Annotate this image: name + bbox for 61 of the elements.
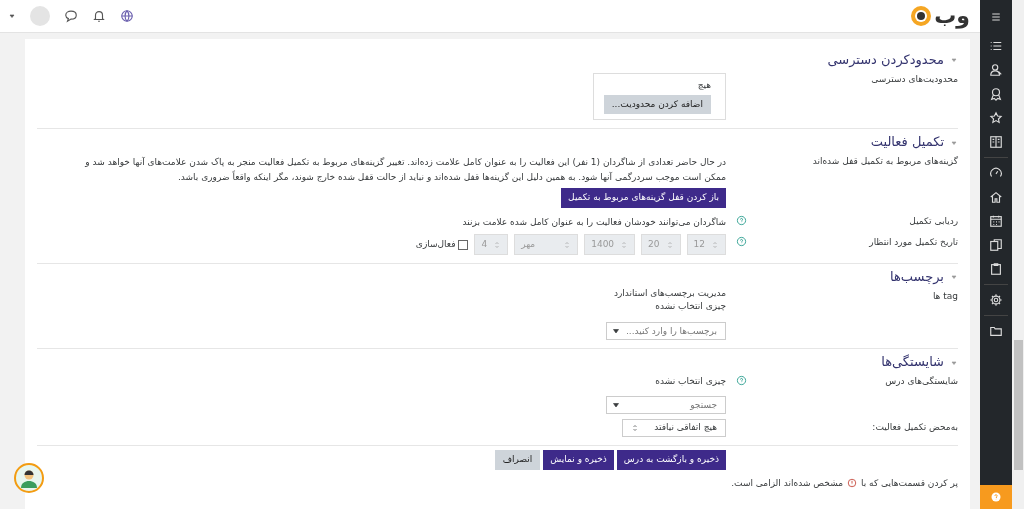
sort-icon bbox=[563, 240, 572, 249]
field-label: گزینه‌های مربوط به تکمیل قفل شده‌اند bbox=[811, 155, 958, 168]
help-icon[interactable] bbox=[735, 214, 747, 226]
home-icon[interactable] bbox=[989, 190, 1003, 204]
bell-icon[interactable] bbox=[92, 9, 106, 23]
caret-icon bbox=[612, 400, 620, 409]
footnote-text: پر کردن قسمت‌هایی که با bbox=[861, 477, 958, 490]
selection-text: چیزی انتخاب نشده bbox=[655, 375, 726, 388]
sort-icon bbox=[620, 240, 629, 249]
save-button[interactable]: ذخیره و بازگشت به درس bbox=[616, 449, 726, 470]
locked-notice: در حال حاضر تعدادی از شاگردان (1 نفر) این فعالیت را به عنوان کامل علامت زده‌اند. تغییر گزینه‌های مربوط به تکمیل فعالیت منجر به پاک شدن علامت‌های آنها خواهد شد و ممکن است موجب سردرگمی آنها شود. به همین دلیل این گزینه‌ها قفل شده‌اند و نباید از حالت قفل شده خارج شوند، مگر اینکه واقعاً ضروری باشد. bbox=[84, 156, 726, 184]
restriction-text: هیچ bbox=[697, 79, 711, 92]
caret-icon[interactable] bbox=[8, 12, 16, 20]
calendar-icon[interactable] bbox=[989, 214, 1003, 228]
section-title[interactable]: محدودکردن دسترسی bbox=[827, 52, 944, 69]
settings-icon[interactable] bbox=[989, 293, 1003, 307]
enable-checkbox[interactable]: فعال‌سازی bbox=[415, 238, 469, 251]
caret-icon bbox=[612, 327, 620, 336]
add-restriction-button[interactable]: اضافه کردن محدودیت... bbox=[603, 94, 711, 115]
logo[interactable]: وب bbox=[934, 5, 970, 27]
chat-icon[interactable] bbox=[64, 9, 78, 23]
menu-icon[interactable] bbox=[990, 11, 1002, 23]
logo-ring-icon bbox=[910, 5, 933, 27]
folder-icon[interactable] bbox=[989, 324, 1003, 338]
field-label: شایستگی‌های درس bbox=[884, 375, 958, 388]
manage-tags-text: مدیریت برچسب‌های استاندارد bbox=[613, 287, 726, 300]
person-badge-icon[interactable] bbox=[989, 63, 1003, 77]
sort-icon bbox=[711, 240, 719, 249]
help-icon[interactable] bbox=[735, 375, 747, 387]
book-icon[interactable] bbox=[989, 135, 1003, 149]
scrollbar-thumb[interactable] bbox=[1013, 340, 1023, 470]
question-icon bbox=[990, 491, 1002, 503]
field-label: به‌محض تکمیل فعالیت: bbox=[871, 420, 958, 434]
field-label: تاریخ تکمیل مورد انتظار bbox=[868, 236, 958, 249]
cancel-button[interactable]: انصراف bbox=[494, 449, 541, 470]
sort-icon bbox=[493, 240, 502, 249]
gauge-icon[interactable] bbox=[989, 166, 1003, 180]
list-icon[interactable] bbox=[989, 39, 1003, 53]
sort-icon bbox=[665, 240, 674, 249]
required-icon bbox=[847, 478, 857, 489]
action-select[interactable]: هیچ اتفاقی نیافتد bbox=[622, 418, 726, 437]
section-title[interactable]: برچسب‌ها bbox=[890, 269, 944, 286]
help-icon[interactable] bbox=[735, 236, 747, 247]
completion-text: شاگردان می‌توانند خودشان فعالیت را به عنوان کامل شده علامت بزنند bbox=[462, 215, 726, 229]
footnote-text: مشخص شده‌اند الزامی است. bbox=[731, 477, 843, 490]
award-icon[interactable] bbox=[989, 87, 1003, 101]
section-title[interactable]: شایستگی‌ها bbox=[881, 354, 944, 372]
selection-text: چیزی انتخاب نشده bbox=[655, 300, 726, 313]
star-icon[interactable] bbox=[989, 111, 1003, 125]
field-label: محدودیت‌های دسترسی bbox=[870, 72, 958, 86]
field-label: ردیابی تکمیل bbox=[908, 214, 958, 228]
section-title[interactable]: تکمیل فعالیت bbox=[870, 134, 944, 152]
field-label: tag ها bbox=[931, 289, 958, 303]
save-button[interactable]: ذخیره و نمایش bbox=[543, 449, 614, 470]
search-field[interactable]: جستجو bbox=[606, 395, 726, 414]
sort-icon bbox=[631, 423, 639, 432]
globe-icon[interactable] bbox=[120, 9, 134, 23]
clipboard-icon[interactable] bbox=[989, 262, 1003, 276]
copy-icon[interactable] bbox=[989, 238, 1003, 252]
unlock-button[interactable]: باز کردن قفل گزینه‌های مربوط به تکمیل bbox=[561, 187, 726, 208]
tags-field[interactable]: برچسب‌ها را وارد کنید... bbox=[606, 322, 726, 341]
